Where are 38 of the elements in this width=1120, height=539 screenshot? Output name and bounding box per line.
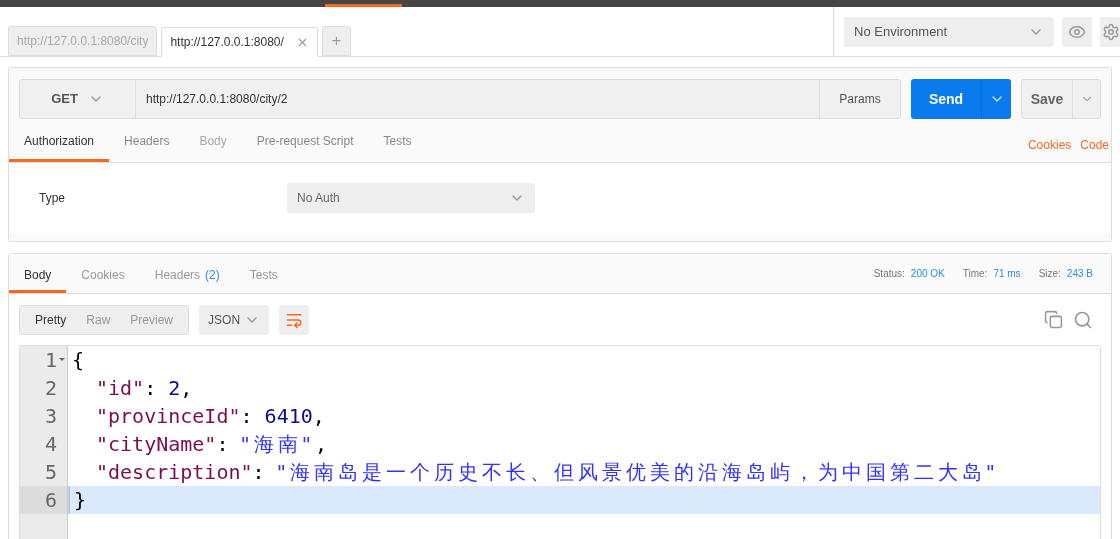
stat-value: 243 B	[1066, 267, 1093, 281]
response-tab[interactable]: Tests	[234, 262, 293, 293]
environment-select[interactable]: No Environment	[844, 16, 1054, 47]
format-select[interactable]: JSON	[199, 304, 270, 335]
line-number: 5	[44, 459, 57, 486]
line-number: 4	[44, 431, 57, 458]
search-icon[interactable]	[1073, 309, 1093, 330]
auth-type-label: Type	[38, 190, 66, 207]
view-mode-tab[interactable]: Pretty	[25, 310, 77, 329]
response-tab[interactable]: Cookies	[66, 262, 140, 293]
request-section-tab[interactable]: Tests	[368, 129, 427, 162]
auth-type-select[interactable]: No Auth	[287, 183, 535, 213]
header-link[interactable]: Code	[1080, 136, 1109, 154]
stat-value: 200 OK	[910, 267, 945, 281]
request-tab[interactable]: http://127.0.0.1:8080/city	[8, 26, 158, 56]
copy-icon[interactable]	[1044, 310, 1063, 329]
header-link[interactable]: Cookies	[1027, 136, 1072, 154]
line-number: 2	[44, 375, 57, 402]
wrap-text-button[interactable]	[279, 304, 310, 335]
line-number: 6	[44, 487, 57, 514]
line-number: 1	[44, 347, 57, 374]
stat-value: 71 ms	[993, 267, 1021, 281]
view-mode-tab[interactable]: Preview	[120, 310, 184, 329]
line-number: 3	[44, 403, 57, 430]
response-tab[interactable]: Body	[9, 262, 67, 293]
stat-label: Status:	[873, 267, 905, 281]
eye-button[interactable]	[1062, 16, 1092, 47]
view-mode-tab[interactable]: Raw	[76, 310, 121, 329]
fold-icon[interactable]	[59, 358, 65, 361]
stat-label: Time:	[962, 267, 988, 281]
request-section-tab[interactable]: Headers	[109, 129, 185, 162]
new-tab-button[interactable]: +	[321, 26, 351, 56]
request-tab[interactable]: http://127.0.0.1:8080/	[161, 27, 318, 57]
stat-label: Size:	[1038, 267, 1061, 281]
settings-icon	[1102, 22, 1120, 41]
settings-button[interactable]	[1100, 16, 1120, 47]
request-section-tab[interactable]: Pre-request Script	[241, 129, 369, 162]
response-tab[interactable]: Headers (2)	[139, 262, 235, 293]
